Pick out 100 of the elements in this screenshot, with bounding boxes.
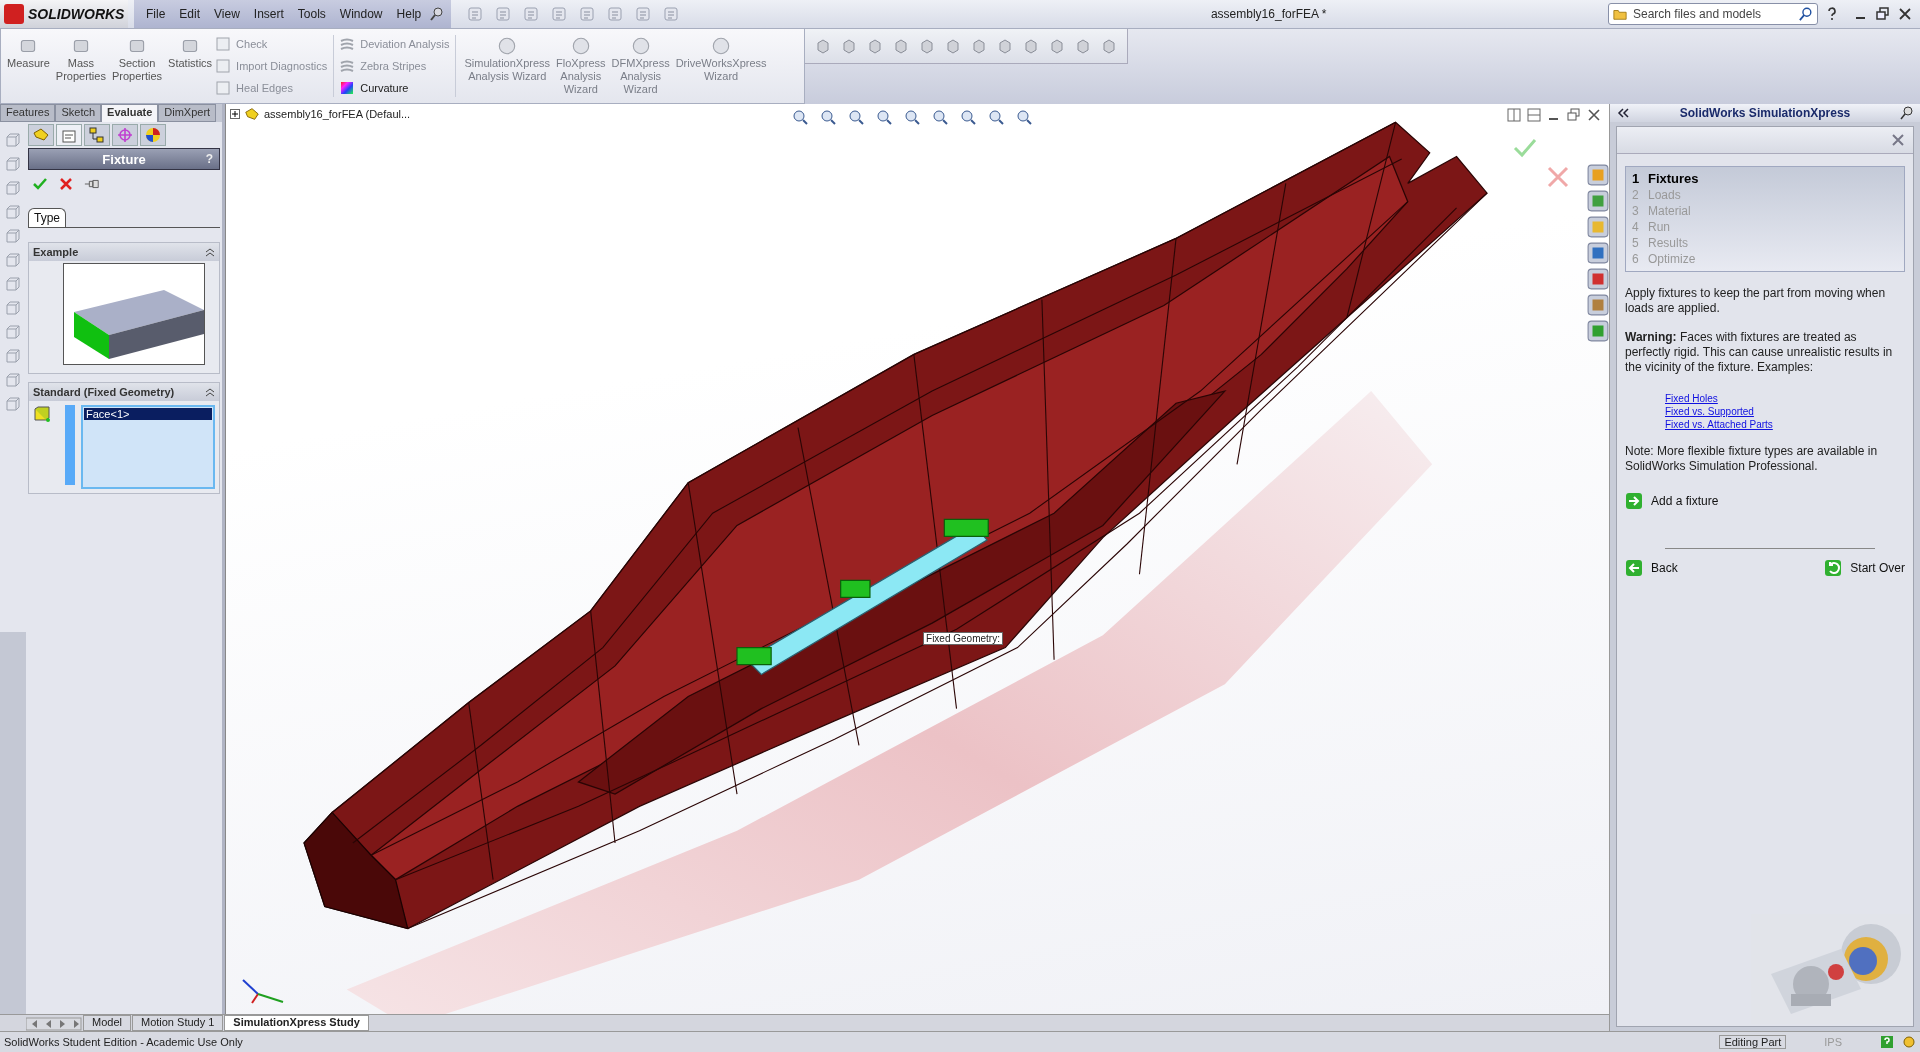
view-icon[interactable] (1101, 38, 1117, 54)
split-view-icon[interactable] (1507, 108, 1521, 122)
tab[interactable]: DimXpert (158, 104, 217, 122)
tool-icon (216, 81, 231, 95)
tab[interactable]: Features (0, 104, 56, 122)
view-icon[interactable] (841, 38, 857, 54)
menu-item[interactable]: File (140, 7, 172, 21)
pin-icon[interactable] (429, 6, 446, 22)
configuration-icon[interactable] (84, 124, 110, 146)
search-input[interactable]: Search files and models (1631, 6, 1795, 22)
close-icon[interactable] (1898, 7, 1912, 21)
back-link[interactable]: Back (1625, 559, 1678, 577)
example-link[interactable]: Fixed Holes (1665, 393, 1718, 404)
view-icon[interactable] (1075, 38, 1091, 54)
menu-item[interactable]: Window (333, 7, 389, 21)
cancel-icon[interactable] (1547, 166, 1569, 188)
part-icon (244, 106, 260, 122)
document-title: assembly16_forFEA * (1209, 7, 1328, 21)
start-over-link[interactable]: Start Over (1824, 559, 1905, 577)
tab[interactable]: Evaluate (101, 104, 159, 122)
restore-icon[interactable] (1876, 7, 1890, 21)
view-icon[interactable] (867, 38, 883, 54)
menu-item[interactable]: Help (390, 7, 428, 21)
color-wheel-icon[interactable] (140, 124, 166, 146)
warning-text: Warning: Faces with fixtures are treated as perfectly rigid. This can cause unrealistic results in the vicinity of the fixture. Examples: (1625, 330, 1894, 375)
menu-item[interactable]: Tools (291, 7, 332, 21)
split-view-icon[interactable] (1527, 108, 1541, 122)
view-icon[interactable] (997, 38, 1013, 54)
group-header[interactable]: Example (29, 243, 219, 261)
task-pane-title: SolidWorks SimulationXpress (1679, 106, 1851, 120)
tab[interactable]: Motion Study 1 (131, 1015, 224, 1031)
add-fixture-link[interactable]: Add a fixture (1625, 492, 1719, 510)
toolbar-button[interactable]: DFMXpress Analysis Wizard (609, 35, 672, 96)
toolbar-button[interactable]: DriveWorksXpress Wizard (673, 35, 769, 83)
toolbar-button[interactable]: FloXpress Analysis Wizard (554, 35, 608, 96)
logo-text: SOLIDWORKS (28, 6, 125, 22)
toolbar-button[interactable]: Section Properties (109, 35, 165, 83)
ok-check-icon[interactable] (32, 176, 48, 192)
search-box[interactable]: Search files and models (1608, 3, 1818, 25)
cube-icon[interactable] (5, 132, 21, 148)
feature-tree-icon[interactable] (28, 124, 54, 146)
expand-icon[interactable] (230, 109, 240, 119)
selection-list[interactable]: Face<1> (81, 405, 215, 489)
toolbar-button[interactable]: Statistics (166, 35, 215, 70)
logo-icon (4, 4, 24, 24)
view-icon[interactable] (945, 38, 961, 54)
menu-item[interactable]: Edit (173, 7, 207, 21)
group-title: Standard (Fixed Geometry) (33, 386, 175, 398)
property-icon[interactable] (56, 124, 82, 146)
tab[interactable]: SimulationXpress Study (224, 1015, 369, 1031)
close-icon[interactable] (1587, 108, 1601, 122)
cancel-icon[interactable] (58, 176, 74, 192)
view-icon[interactable] (1049, 38, 1065, 54)
example-link[interactable]: Fixed vs. Attached Parts (1665, 419, 1773, 430)
tree-item[interactable]: assembly16_forFEA (Defaul... (264, 108, 411, 120)
toolbar-button[interactable]: Curvature (340, 79, 450, 97)
face-icon (33, 405, 51, 423)
restore-icon[interactable] (1567, 108, 1581, 122)
view-icon[interactable] (1023, 38, 1039, 54)
cube-icon[interactable] (5, 276, 21, 292)
toolbar-button[interactable]: SimulationXpress Analysis Wizard (462, 35, 553, 83)
view-icon[interactable] (893, 38, 909, 54)
crosshair-icon[interactable] (112, 124, 138, 146)
view-icon[interactable] (971, 38, 987, 54)
instruction-text: Apply fixtures to keep the part from moving when loads are applied. (1625, 286, 1887, 316)
view-icon[interactable] (919, 38, 935, 54)
tab[interactable]: Sketch (55, 104, 102, 122)
search-icon[interactable] (1799, 7, 1813, 21)
tab[interactable]: Type (28, 208, 66, 227)
toolbar-button[interactable]: Mass Properties (53, 35, 108, 83)
view-icon[interactable] (815, 38, 831, 54)
pin-icon[interactable] (1900, 106, 1914, 120)
group-title: Example (33, 246, 79, 258)
example-link[interactable]: Fixed vs. Supported (1665, 406, 1754, 417)
arrow-right-icon (1625, 492, 1643, 510)
cube-icon[interactable] (5, 156, 21, 172)
collapse-icon[interactable] (1616, 106, 1630, 120)
step-item[interactable]: 1 Fixtures (1632, 171, 1898, 187)
graphics-area[interactable]: assembly16_forFEA (Defaul... Fixed Geometry: (225, 104, 1609, 1014)
zoom-area-icon[interactable] (819, 108, 837, 126)
cube-icon[interactable] (5, 204, 21, 220)
solidworks-logo[interactable]: SOLIDWORKS (0, 0, 128, 28)
stripes-icon (340, 37, 355, 51)
zoom-fit-icon[interactable] (791, 108, 809, 126)
note-text: Note: More flexible fixture types are available in SolidWorks Simulation Professional. (1625, 444, 1879, 474)
tab[interactable]: Model (83, 1015, 131, 1031)
tab-scroll-icon[interactable] (26, 1017, 82, 1031)
new-document-icon[interactable] (467, 6, 484, 22)
group-header[interactable]: Standard (Fixed Geometry) (29, 383, 219, 401)
list-item[interactable]: Face<1> (84, 408, 212, 420)
menu-item[interactable]: View (208, 7, 246, 21)
arrow-left-icon (1625, 559, 1643, 577)
cube-icon[interactable] (5, 228, 21, 244)
stripes-icon (340, 59, 355, 73)
cube-icon[interactable] (5, 180, 21, 196)
menu-item[interactable]: Insert (247, 7, 290, 21)
ok-check-icon[interactable] (1513, 138, 1537, 158)
cube-icon[interactable] (5, 252, 21, 268)
toolbar-button[interactable]: Measure (5, 35, 52, 70)
tool-icon (216, 37, 231, 51)
